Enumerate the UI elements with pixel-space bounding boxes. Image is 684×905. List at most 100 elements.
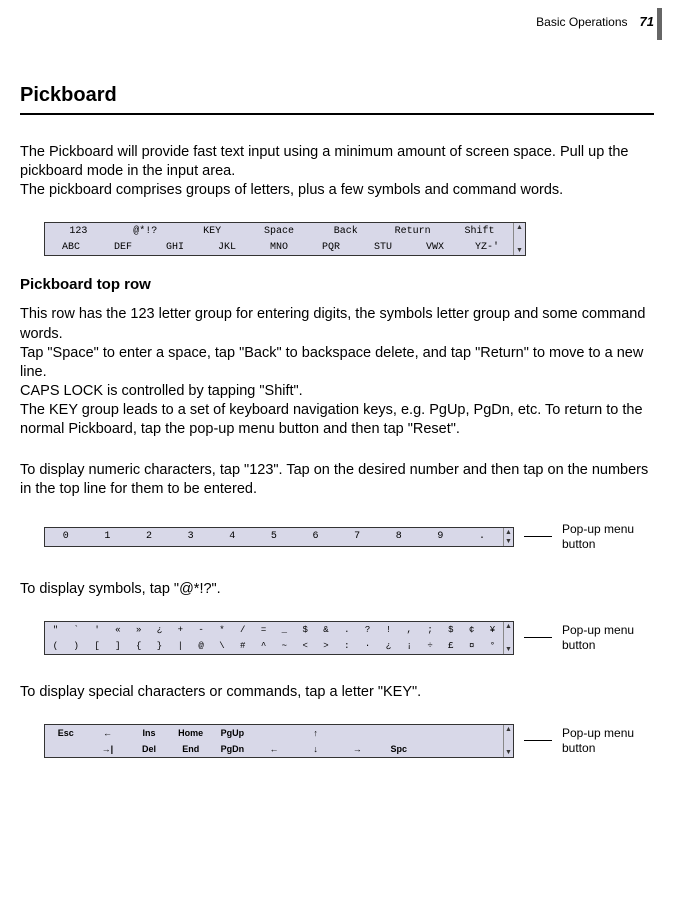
chevron-down-icon: ▼ bbox=[505, 749, 512, 756]
keyboard-key[interactable]: ← bbox=[253, 744, 295, 754]
keyboard-key[interactable]: JKL bbox=[201, 242, 253, 253]
keyboard-key[interactable]: 123 bbox=[45, 226, 112, 237]
keyboard-key[interactable]: DEF bbox=[97, 242, 149, 253]
keyboard-key[interactable]: ¥ bbox=[482, 625, 503, 635]
keyboard-key[interactable]: Ins bbox=[128, 728, 170, 738]
keyboard-key[interactable]: $ bbox=[295, 625, 316, 635]
numeric-para: To display numeric characters, tap "123"… bbox=[20, 461, 654, 499]
keyboard-key[interactable]: PQR bbox=[305, 242, 357, 253]
keyboard-key[interactable]: } bbox=[149, 641, 170, 651]
keyboard-key[interactable]: ` bbox=[66, 625, 87, 635]
keyboard-key[interactable]: 6 bbox=[295, 531, 337, 542]
keyboard-key[interactable]: 7 bbox=[336, 531, 378, 542]
keyboard-key[interactable]: . bbox=[336, 625, 357, 635]
keyboard-key[interactable]: ] bbox=[107, 641, 128, 651]
keyboard-key[interactable]: / bbox=[232, 625, 253, 635]
keyboard-key[interactable]: ° bbox=[482, 641, 503, 651]
keyboard-key[interactable]: MNO bbox=[253, 242, 305, 253]
keyboard-key[interactable]: 5 bbox=[253, 531, 295, 542]
keyboard-key[interactable]: @ bbox=[191, 641, 212, 651]
keyboard-key[interactable]: = bbox=[253, 625, 274, 635]
chevron-up-icon: ▲ bbox=[516, 224, 523, 231]
keyboard-key[interactable]: : bbox=[336, 641, 357, 651]
chevron-up-icon: ▲ bbox=[505, 529, 512, 536]
keyboard-key[interactable]: \ bbox=[212, 641, 233, 651]
keyboard-key[interactable]: » bbox=[128, 625, 149, 635]
keyboard-key[interactable]: ABC bbox=[45, 242, 97, 253]
popup-menu-button[interactable]: ▲ ▼ bbox=[513, 223, 525, 255]
keyboard-key[interactable]: 4 bbox=[212, 531, 254, 542]
chevron-down-icon: ▼ bbox=[516, 247, 523, 254]
keyboard-key[interactable]: 3 bbox=[170, 531, 212, 542]
keyboard-key[interactable]: Esc bbox=[45, 728, 87, 738]
pickboard-main: 123@*!?KEYSpaceBackReturnShift ABCDEFGHI… bbox=[44, 222, 526, 256]
keyboard-key[interactable]: ¤ bbox=[461, 641, 482, 651]
keyboard-key[interactable]: ← bbox=[87, 728, 129, 738]
keyboard-key[interactable]: # bbox=[232, 641, 253, 651]
keyboard-key[interactable]: YZ-' bbox=[461, 242, 513, 253]
keyboard-key[interactable]: Shift bbox=[446, 226, 513, 237]
keyboard-key[interactable]: Back bbox=[312, 226, 379, 237]
popup-menu-button[interactable]: ▲ ▼ bbox=[503, 622, 513, 654]
keyboard-key[interactable]: ¡ bbox=[399, 641, 420, 651]
keyboard-key[interactable]: GHI bbox=[149, 242, 201, 253]
keyboard-key[interactable]: PgUp bbox=[212, 728, 254, 738]
keyboard-key[interactable]: ↓ bbox=[295, 744, 337, 754]
page-number: 71 bbox=[640, 14, 654, 29]
keyboard-key[interactable]: | bbox=[170, 641, 191, 651]
keyboard-key[interactable]: ~ bbox=[274, 641, 295, 651]
keyboard-key[interactable]: 8 bbox=[378, 531, 420, 542]
keyboard-key[interactable]: + bbox=[170, 625, 191, 635]
keyboard-key[interactable]: < bbox=[295, 641, 316, 651]
keyboard-key[interactable]: - bbox=[191, 625, 212, 635]
keyboard-key[interactable]: $ bbox=[440, 625, 461, 635]
keyboard-key[interactable]: ¢ bbox=[461, 625, 482, 635]
keyboard-key[interactable]: > bbox=[316, 641, 337, 651]
keyboard-key[interactable]: « bbox=[107, 625, 128, 635]
callout-line bbox=[524, 637, 552, 638]
keyboard-key[interactable]: STU bbox=[357, 242, 409, 253]
popup-menu-button[interactable]: ▲ ▼ bbox=[503, 528, 513, 546]
keyboard-key[interactable]: → bbox=[336, 744, 378, 754]
chevron-down-icon: ▼ bbox=[505, 538, 512, 545]
keyboard-key[interactable]: ¿ bbox=[149, 625, 170, 635]
keyboard-key[interactable]: · bbox=[357, 641, 378, 651]
keyboard-key[interactable]: KEY bbox=[179, 226, 246, 237]
keyboard-key[interactable]: ÷ bbox=[420, 641, 441, 651]
keyboard-key[interactable]: →| bbox=[87, 744, 129, 754]
keyboard-key[interactable]: ¿ bbox=[378, 641, 399, 651]
keyboard-key[interactable]: . bbox=[461, 531, 503, 542]
keyboard-key[interactable]: PgDn bbox=[212, 744, 254, 754]
keyboard-key[interactable]: ! bbox=[378, 625, 399, 635]
chevron-up-icon: ▲ bbox=[505, 623, 512, 630]
keyboard-key[interactable]: Space bbox=[246, 226, 313, 237]
keyboard-key[interactable]: Return bbox=[379, 226, 446, 237]
keyboard-key[interactable]: [ bbox=[87, 641, 108, 651]
keyboard-key[interactable]: ' bbox=[87, 625, 108, 635]
keyboard-key[interactable]: ↑ bbox=[295, 728, 337, 738]
keyboard-key[interactable]: 0 bbox=[45, 531, 87, 542]
keyboard-key[interactable]: _ bbox=[274, 625, 295, 635]
keyboard-key[interactable]: Del bbox=[128, 744, 170, 754]
keyboard-key[interactable]: { bbox=[128, 641, 149, 651]
keyboard-key[interactable]: Spc bbox=[378, 744, 420, 754]
callout-label: Pop-up menu button bbox=[562, 623, 634, 653]
keyboard-key[interactable]: ? bbox=[357, 625, 378, 635]
keyboard-key[interactable]: VWX bbox=[409, 242, 461, 253]
keyboard-key[interactable]: ; bbox=[420, 625, 441, 635]
keyboard-key[interactable]: 2 bbox=[128, 531, 170, 542]
keyboard-key[interactable]: ) bbox=[66, 641, 87, 651]
keyboard-key[interactable]: ^ bbox=[253, 641, 274, 651]
keyboard-key[interactable]: 9 bbox=[420, 531, 462, 542]
keyboard-key[interactable]: " bbox=[45, 625, 66, 635]
keyboard-key[interactable]: End bbox=[170, 744, 212, 754]
keyboard-key[interactable]: @*!? bbox=[112, 226, 179, 237]
keyboard-key[interactable]: * bbox=[212, 625, 233, 635]
keyboard-key[interactable]: 1 bbox=[87, 531, 129, 542]
keyboard-key[interactable]: £ bbox=[440, 641, 461, 651]
popup-menu-button[interactable]: ▲ ▼ bbox=[503, 725, 513, 757]
keyboard-key[interactable]: ( bbox=[45, 641, 66, 651]
keyboard-key[interactable]: , bbox=[399, 625, 420, 635]
keyboard-key[interactable]: & bbox=[316, 625, 337, 635]
keyboard-key[interactable]: Home bbox=[170, 728, 212, 738]
